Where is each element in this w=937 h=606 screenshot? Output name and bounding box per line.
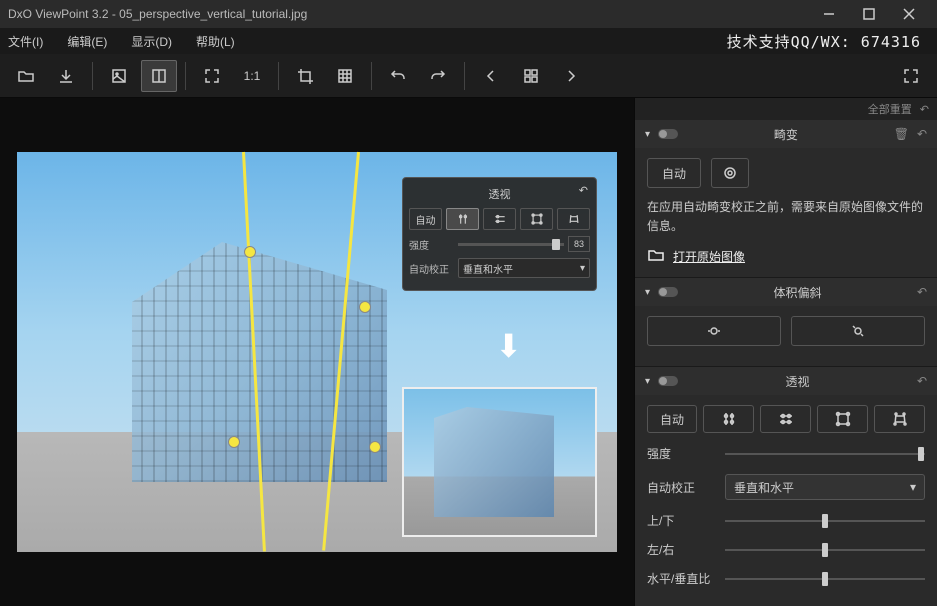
minimize-button[interactable] — [809, 0, 849, 28]
fullscreen-button[interactable] — [893, 60, 929, 92]
window-controls — [809, 0, 929, 28]
folder-icon — [647, 246, 665, 267]
perspective-handle[interactable] — [359, 301, 371, 313]
autocorrect-label: 自动校正 — [647, 479, 717, 496]
volumetric-toggle[interactable] — [658, 287, 678, 297]
grid-button[interactable] — [327, 60, 363, 92]
distortion-info-text: 在应用自动畸变校正之前，需要来自原始图像文件的信息。 — [647, 198, 925, 236]
reset-icon[interactable]: ↶ — [917, 374, 927, 388]
arrow-down-icon: ⬇ — [495, 327, 522, 365]
next-image-button[interactable] — [553, 60, 589, 92]
distortion-title: 畸变 — [686, 126, 886, 143]
overlay-vertical-button[interactable] — [446, 208, 479, 230]
leftright-label: 左/右 — [647, 541, 717, 558]
open-original-link[interactable]: 打开原始图像 — [673, 248, 745, 265]
side-panel: 全部重置 ↶ ▾ 畸变 🗑 ↶ 自动 在应用自动畸变校正之前，需要来自原始图像文件… — [634, 98, 937, 606]
section-perspective: ▾ 透视 ↶ 自动 强度 自动校正 — [635, 367, 937, 606]
titlebar: DxO ViewPoint 3.2 - 05_perspective_verti… — [0, 0, 937, 28]
reset-all-icon[interactable]: ↶ — [920, 103, 929, 116]
fit-button[interactable] — [194, 60, 230, 92]
overlay-intensity-value: 83 — [568, 236, 590, 252]
overlay-reset-icon[interactable]: ↶ — [579, 184, 588, 197]
volumetric-horiz-button[interactable] — [647, 316, 781, 346]
reset-all-label[interactable]: 全部重置 — [868, 101, 912, 117]
overlay-rect-button[interactable] — [520, 208, 553, 230]
overlay-autocorrect-select[interactable]: 垂直和水平▾ — [458, 258, 590, 278]
ratio-slider[interactable] — [725, 578, 925, 580]
distortion-toggle[interactable] — [658, 129, 678, 139]
overlay-title: 透视 — [489, 189, 511, 201]
overlay-intensity-label: 强度 — [409, 237, 454, 252]
perspective-rect-button[interactable] — [817, 405, 868, 433]
menu-help[interactable]: 帮助(L) — [196, 33, 235, 50]
section-volumetric-header[interactable]: ▾ 体积偏斜 ↶ — [635, 278, 937, 306]
perspective-handle[interactable] — [244, 246, 256, 258]
intensity-label: 强度 — [647, 445, 717, 462]
updown-slider[interactable] — [725, 520, 925, 522]
chevron-down-icon: ▾ — [645, 129, 650, 140]
undo-button[interactable] — [380, 60, 416, 92]
overlay-8pt-button[interactable] — [557, 208, 590, 230]
perspective-8pt-button[interactable] — [874, 405, 925, 433]
distortion-lens-button[interactable] — [711, 158, 749, 188]
delete-icon[interactable]: 🗑 — [894, 127, 909, 141]
leftright-slider[interactable] — [725, 549, 925, 551]
preview-image[interactable]: 透视 ↶ 自动 强度 83 自动校正 — [17, 152, 617, 552]
menubar: 文件(I) 编辑(E) 显示(D) 帮助(L) 技术支持QQ/WX: 67431… — [0, 28, 937, 54]
intensity-slider[interactable] — [725, 453, 925, 455]
perspective-title: 透视 — [686, 373, 909, 390]
prev-image-button[interactable] — [473, 60, 509, 92]
chevron-down-icon: ▾ — [910, 480, 916, 494]
reset-icon[interactable]: ↶ — [917, 127, 927, 141]
zoom-1to1-button[interactable]: 1:1 — [234, 60, 270, 92]
toolbar: 1:1 — [0, 54, 937, 98]
perspective-handle[interactable] — [369, 441, 381, 453]
overlay-intensity-slider[interactable] — [458, 243, 564, 246]
chevron-down-icon: ▾ — [645, 287, 650, 298]
volumetric-diag-button[interactable] — [791, 316, 925, 346]
thumbnails-button[interactable] — [513, 60, 549, 92]
single-view-button[interactable] — [101, 60, 137, 92]
perspective-toggle[interactable] — [658, 376, 678, 386]
menu-edit[interactable]: 编辑(E) — [67, 33, 107, 50]
save-button[interactable] — [48, 60, 84, 92]
ratio-label: 水平/垂直比 — [647, 570, 717, 587]
close-button[interactable] — [889, 0, 929, 28]
perspective-handle[interactable] — [228, 436, 240, 448]
perspective-overlay-panel: 透视 ↶ 自动 强度 83 自动校正 — [402, 177, 597, 291]
side-panel-header: 全部重置 ↶ — [635, 98, 937, 120]
section-volumetric: ▾ 体积偏斜 ↶ — [635, 278, 937, 367]
autocorrect-select[interactable]: 垂直和水平▾ — [725, 474, 925, 500]
reset-icon[interactable]: ↶ — [917, 285, 927, 299]
section-distortion: ▾ 畸变 🗑 ↶ 自动 在应用自动畸变校正之前，需要来自原始图像文件的信息。 打开… — [635, 120, 937, 278]
menu-view[interactable]: 显示(D) — [131, 33, 172, 50]
maximize-button[interactable] — [849, 0, 889, 28]
updown-label: 上/下 — [647, 512, 717, 529]
main-area: 透视 ↶ 自动 强度 83 自动校正 — [0, 98, 937, 606]
overlay-horizontal-button[interactable] — [483, 208, 516, 230]
overlay-autocorrect-label: 自动校正 — [409, 261, 454, 276]
perspective-vertical-button[interactable] — [703, 405, 754, 433]
window-title: DxO ViewPoint 3.2 - 05_perspective_verti… — [8, 7, 809, 21]
redo-button[interactable] — [420, 60, 456, 92]
result-thumbnail — [402, 387, 597, 537]
section-distortion-header[interactable]: ▾ 畸变 🗑 ↶ — [635, 120, 937, 148]
watermark-text: 技术支持QQ/WX: 674316 — [727, 31, 921, 52]
distortion-auto-button[interactable]: 自动 — [647, 158, 701, 188]
open-folder-button[interactable] — [8, 60, 44, 92]
canvas-area[interactable]: 透视 ↶ 自动 强度 83 自动校正 — [0, 98, 634, 606]
menu-file[interactable]: 文件(I) — [8, 33, 43, 50]
chevron-down-icon: ▾ — [645, 376, 650, 387]
compare-view-button[interactable] — [141, 60, 177, 92]
perspective-horizontal-button[interactable] — [760, 405, 811, 433]
overlay-auto-button[interactable]: 自动 — [409, 208, 442, 230]
crop-button[interactable] — [287, 60, 323, 92]
section-perspective-header[interactable]: ▾ 透视 ↶ — [635, 367, 937, 395]
volumetric-title: 体积偏斜 — [686, 284, 909, 301]
perspective-auto-button[interactable]: 自动 — [647, 405, 697, 433]
